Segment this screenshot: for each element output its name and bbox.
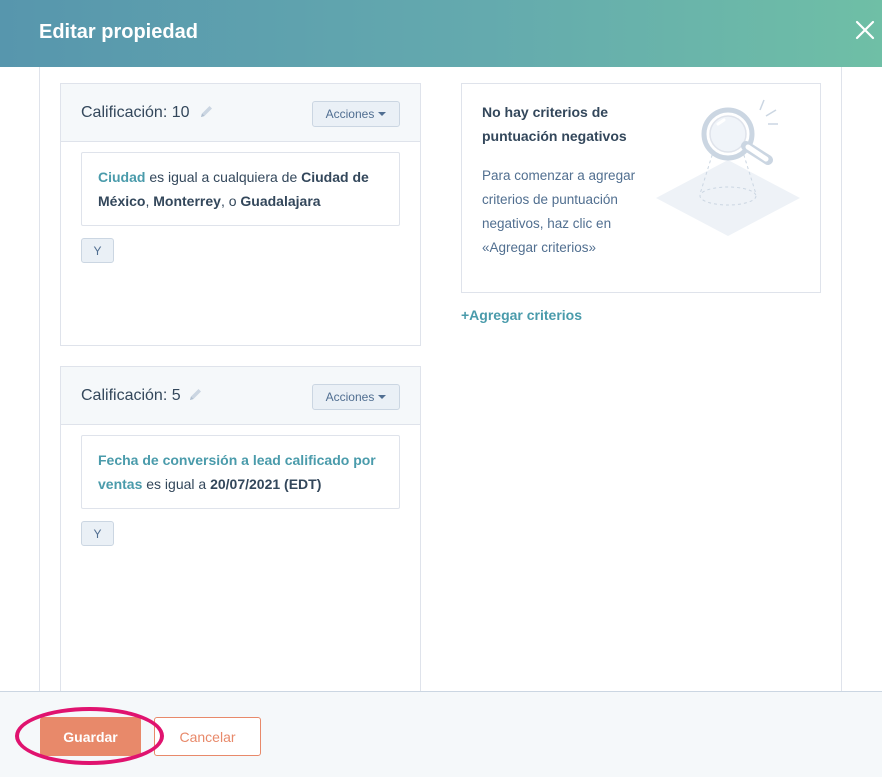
pencil-icon[interactable] (188, 387, 203, 402)
criteria-value: 20/07/2021 (EDT) (210, 476, 322, 492)
negative-criteria-empty-state: No hay criterios de puntuación negativos… (461, 83, 821, 293)
criteria-box[interactable]: Ciudad es igual a cualquiera de Ciudad d… (81, 152, 400, 226)
save-button[interactable]: Guardar (40, 717, 141, 756)
modal-header: Editar propiedad (0, 0, 882, 67)
magnifying-glass-icon (650, 94, 810, 244)
cancel-button[interactable]: Cancelar (154, 717, 261, 756)
score-label: Calificación: 10 (81, 104, 190, 121)
criteria-operator: es igual a (142, 476, 211, 492)
score-rule-header: Calificación: 10 Acciones (61, 84, 420, 142)
actions-dropdown-button[interactable]: Acciones (312, 384, 400, 410)
modal-body[interactable]: Calificación: 10 Acciones Ciudad es igua… (0, 67, 882, 691)
score-rule-card: Calificación: 5 Acciones Fecha de conver… (60, 366, 421, 691)
score-label: Calificación: 5 (81, 387, 181, 404)
criteria-box[interactable]: Fecha de conversión a lead calificado po… (81, 435, 400, 509)
actions-label: Acciones (325, 107, 375, 121)
criteria-operator: es igual a cualquiera de (145, 169, 302, 185)
criteria-field-link[interactable]: Ciudad (98, 169, 145, 185)
divider (39, 67, 40, 691)
modal-footer: Guardar Cancelar (0, 691, 882, 777)
actions-label: Acciones (325, 390, 375, 404)
empty-state-description: Para comenzar a agregar criterios de pun… (482, 168, 636, 255)
pencil-icon[interactable] (199, 104, 214, 119)
empty-state-title: No hay criterios de puntuación negativos (482, 104, 627, 144)
score-rule-card: Calificación: 10 Acciones Ciudad es igua… (60, 83, 421, 346)
criteria-separator: , o (220, 193, 241, 209)
modal-title: Editar propiedad (39, 21, 198, 43)
caret-down-icon (378, 395, 387, 399)
actions-dropdown-button[interactable]: Acciones (312, 101, 400, 127)
criteria-value: Monterrey (153, 193, 221, 209)
criteria-value: Guadalajara (240, 193, 321, 209)
divider (841, 67, 842, 691)
add-criteria-link[interactable]: +Agregar criterios (461, 307, 582, 323)
caret-down-icon (378, 112, 387, 116)
score-rule-header: Calificación: 5 Acciones (61, 367, 420, 425)
and-button[interactable]: Y (81, 521, 114, 546)
close-icon[interactable] (854, 19, 876, 41)
and-button[interactable]: Y (81, 238, 114, 263)
